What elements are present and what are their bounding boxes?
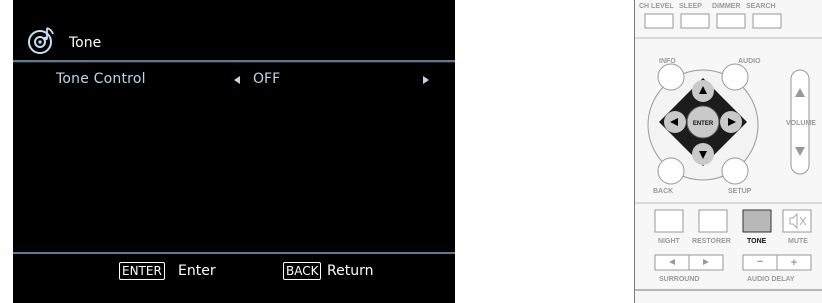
enter-key-badge: ENTER — [119, 262, 165, 280]
audio-button[interactable] — [721, 63, 749, 91]
osd-screen: Tone Tone Control OFF ENTER Enter BACK R… — [13, 0, 455, 303]
info-button[interactable] — [657, 63, 685, 91]
audio-delay-label: AUDIO DELAY — [747, 276, 795, 283]
tone-button[interactable] — [742, 209, 772, 233]
left-arrow-icon[interactable] — [234, 76, 240, 84]
header-divider-shadow — [13, 62, 455, 63]
sleep-button[interactable] — [680, 13, 710, 29]
minus-icon: − — [757, 256, 763, 268]
menu-item-label: Tone Control — [56, 71, 146, 87]
menu-item-value: OFF — [253, 71, 281, 87]
mute-label: MUTE — [788, 238, 808, 245]
return-hint-text: Return — [327, 263, 374, 279]
enter-hint-text: Enter — [178, 263, 216, 279]
setup-button[interactable] — [721, 157, 749, 185]
remote-control-illustration: CH LEVEL SLEEP DIMMER SEARCH INFO AUDIO … — [634, 0, 822, 303]
search-button[interactable] — [752, 13, 782, 29]
dimmer-label: DIMMER — [712, 3, 740, 10]
surround-label: SURROUND — [659, 276, 699, 283]
back-label: BACK — [653, 188, 673, 195]
night-label: NIGHT — [658, 238, 681, 245]
ch-level-label: CH LEVEL — [639, 3, 674, 10]
setup-label: SETUP — [728, 188, 752, 195]
sleep-label: SLEEP — [679, 3, 702, 10]
tone-label: TONE — [747, 238, 767, 245]
back-button[interactable] — [657, 157, 685, 185]
plus-icon: + — [791, 257, 797, 269]
back-key-badge: BACK — [283, 262, 322, 280]
remote-drawing: CH LEVEL SLEEP DIMMER SEARCH INFO AUDIO … — [635, 3, 822, 291]
night-button[interactable] — [654, 209, 684, 233]
restorer-button[interactable] — [698, 209, 728, 233]
osd-header: Tone — [13, 24, 455, 60]
osd-footer: ENTER Enter BACK Return — [13, 254, 455, 303]
menu-item-tone-control[interactable]: Tone Control OFF — [13, 67, 455, 89]
right-arrow-icon[interactable] — [423, 76, 429, 84]
volume-label: VOLUME — [786, 120, 816, 127]
enter-button-label: ENTER — [693, 121, 714, 127]
ch-level-button[interactable] — [644, 13, 674, 29]
dimmer-button[interactable] — [716, 13, 746, 29]
page-title: Tone — [69, 35, 102, 51]
disc-icon — [28, 27, 54, 54]
audio-label: AUDIO — [738, 58, 761, 65]
search-label: SEARCH — [746, 3, 776, 10]
restorer-label: RESTORER — [692, 238, 731, 245]
